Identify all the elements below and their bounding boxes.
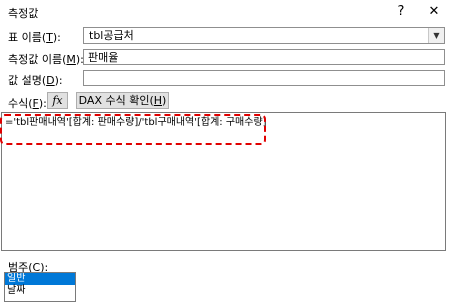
formula-label-text: 수식( (8, 97, 33, 110)
category-item-general[interactable]: 일반 (5, 273, 75, 285)
check-dax-label: DAX 수식 확인( (78, 94, 154, 107)
table-name-label-text: 표 이름( (8, 31, 47, 44)
help-icon[interactable]: ? (387, 2, 415, 22)
close-icon[interactable]: ✕ (420, 2, 448, 22)
formula-label-end: ): (38, 97, 47, 110)
description-hotkey: D (46, 74, 55, 87)
measure-name-hotkey: M (66, 53, 76, 66)
formula-highlight-annotation (0, 114, 266, 145)
measure-name-label: 측정값 이름(M): (8, 51, 84, 67)
check-dax-hotkey: H (153, 94, 163, 107)
formula-label: 수식(F): (8, 95, 47, 111)
window-title: 측정값 (8, 7, 39, 20)
insert-function-button[interactable]: fx (47, 92, 68, 109)
title-bar: 측정값 ? ✕ (0, 0, 453, 24)
description-label: 값 설명(D): (8, 72, 63, 88)
description-label-text: 값 설명( (8, 74, 47, 87)
table-name-label-end: ): (52, 31, 61, 44)
chevron-down-icon[interactable]: ▼ (428, 28, 444, 43)
category-listbox[interactable]: 일반 날짜 (4, 272, 76, 302)
category-item-date[interactable]: 날짜 (5, 285, 75, 297)
check-dax-label-end: ) (162, 94, 167, 107)
description-input[interactable] (83, 70, 445, 86)
measure-name-label-text: 측정값 이름( (8, 53, 67, 66)
table-name-value: tbl공급처 (89, 29, 134, 42)
measure-name-input[interactable]: 판매율 (83, 49, 445, 65)
table-name-label: 표 이름(T): (8, 29, 61, 45)
check-dax-formula-button[interactable]: DAX 수식 확인(H) (76, 92, 169, 109)
description-label-end: ): (54, 74, 63, 87)
table-name-select[interactable]: tbl공급처 ▼ (83, 27, 445, 44)
table-name-hotkey: T (46, 31, 53, 44)
